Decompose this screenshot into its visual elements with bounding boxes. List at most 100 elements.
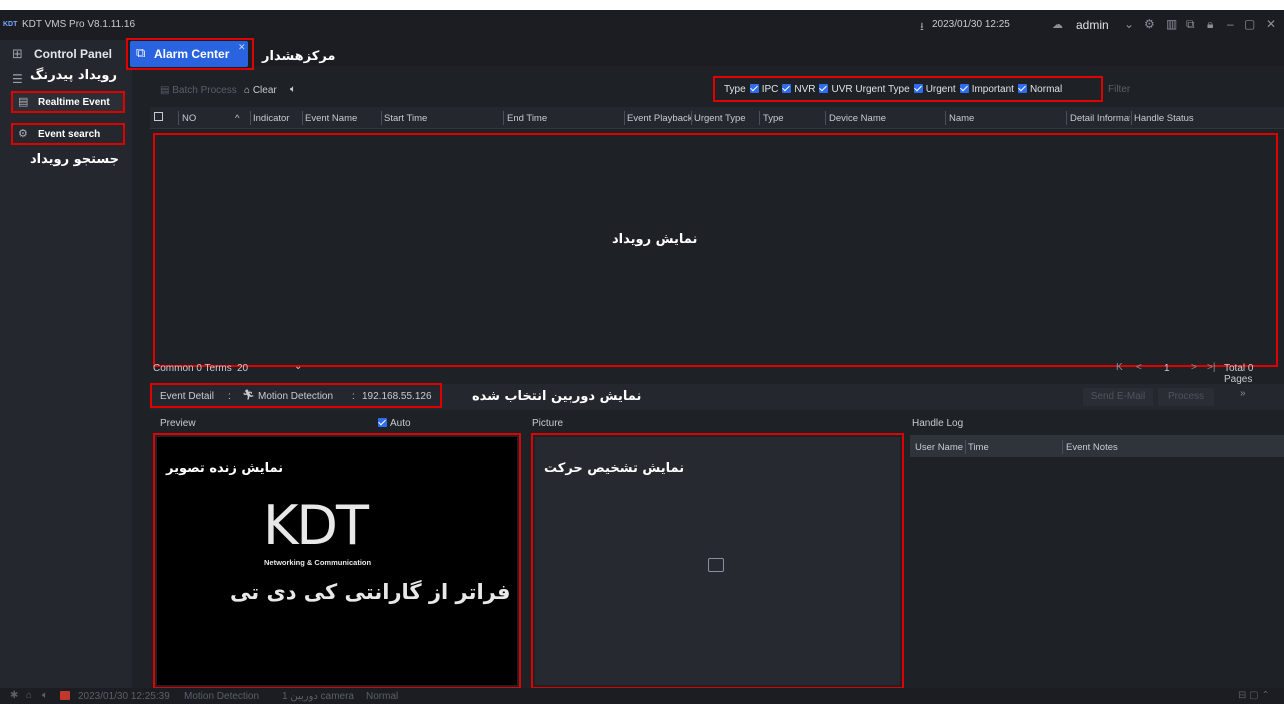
column-divider [381,111,382,125]
column-header[interactable]: End Time [507,113,547,124]
checkbox-urgent[interactable] [913,84,923,93]
chevron-down-icon[interactable]: ⌄ [1124,17,1134,31]
column-header[interactable]: Type [763,113,784,124]
picture-annotation: نمایش تشخیص حرکت [544,461,685,476]
settings-icon[interactable]: ⚙ [1144,17,1155,31]
clear-button[interactable]: ⌂ Clear [244,85,277,96]
menu-icon[interactable]: ☰ [12,72,23,86]
column-divider [1066,111,1067,125]
event-type: Motion Detection [258,391,334,402]
filter-input[interactable]: Filter [1105,81,1284,101]
checkbox-important[interactable] [959,84,969,93]
type-label: Type [724,84,746,95]
tab-label: Alarm Center [154,47,230,61]
tab-annotation: مرکزهشدار [262,49,336,64]
column-divider [302,111,303,125]
last-page-icon[interactable]: >| [1207,362,1215,373]
column-header[interactable]: Event Playback [627,113,692,124]
screenshot-icon[interactable]: ⧉ [1186,17,1195,32]
column-divider [624,111,625,125]
column-header[interactable]: Device Name [829,113,886,124]
column-divider [1062,440,1063,454]
stats-icon[interactable]: ▥ [1166,17,1177,31]
collapse-icon[interactable]: » [1240,388,1246,399]
sidebar-annotation-realtime: رویداد پیدرنگ [30,68,117,83]
normal-label: Normal [1029,84,1063,95]
search-settings-icon: ⚙ [18,128,28,140]
checkbox-ipc[interactable] [749,84,759,93]
sound-icon[interactable]: 🔈︎ [290,84,296,95]
minimize-icon[interactable]: – [1227,17,1234,31]
page-size-value: 20 [237,363,249,374]
alarm-icon [60,691,70,700]
prev-page-icon[interactable]: < [1136,362,1142,373]
column-divider [1131,111,1132,125]
important-label: Important [971,84,1014,95]
column-divider [945,111,946,125]
log-column-header[interactable]: Event Notes [1066,442,1118,453]
event-detail-annotation: نمایش دوربین انتخاب شده [472,389,642,404]
sound-icon[interactable]: 🔈︎ [42,690,48,701]
download-icon[interactable]: ⭳ [920,18,924,37]
status-datetime: 2023/01/30 12:25:39 [78,691,170,702]
column-header[interactable]: Event Name [305,113,357,124]
checkbox-uvr[interactable] [819,84,829,93]
column-header[interactable]: Urgent Type [694,113,746,124]
image-placeholder-icon [708,558,724,572]
ipc-label: IPC [761,84,779,95]
app-window: KDT KDT VMS Pro V8.1.11.16 ⭳ 2023/01/30 … [0,10,1284,704]
event-list[interactable] [153,133,1278,367]
log-column-header[interactable]: User Name [915,442,963,453]
current-page[interactable]: 1 [1164,363,1170,374]
first-page-icon[interactable]: K [1116,362,1123,373]
sidebar-item-label: Event search [38,129,101,140]
preview-annotation: نمایش زنده تصویر [166,461,284,476]
chevron-down-icon[interactable]: ⌄ [294,361,302,372]
next-page-icon[interactable]: > [1191,362,1197,373]
select-all-checkbox[interactable] [154,112,163,121]
control-panel-link[interactable]: Control Panel [34,47,112,61]
send-email-button[interactable]: Send E-Mail [1083,388,1153,406]
preview-label: Preview [160,418,196,429]
column-header[interactable]: Indicator [253,113,289,124]
column-header[interactable]: Name [949,113,974,124]
column-divider [965,440,966,454]
separator: : [228,391,231,402]
close-tab-icon[interactable]: ✕ [238,42,246,53]
checkbox-nvr[interactable] [782,84,792,93]
lock-icon[interactable]: 🔒︎ [1207,17,1213,32]
log-column-header[interactable]: Time [968,442,989,453]
column-divider [250,111,251,125]
total-pages: Total 0 Pages [1224,363,1254,385]
clear-icon[interactable]: ⌂ [26,690,32,701]
batch-process-label: Batch Process [172,85,237,96]
running-person-icon: 🏃︎ [242,390,255,401]
status-event: Motion Detection [184,691,260,702]
app-logo-icon: KDT [3,21,18,28]
status-level: Normal [366,691,399,702]
sort-icon[interactable]: ^ [235,113,239,124]
close-icon[interactable]: ✕ [1266,17,1276,31]
auto-checkbox-box[interactable] [378,418,387,427]
process-button[interactable]: Process [1158,388,1214,406]
page-size-select[interactable]: 20 [237,363,248,374]
auto-checkbox[interactable]: Auto [374,418,411,429]
column-header[interactable]: Handle Status [1134,113,1194,124]
uvr-label: UVR [831,84,853,95]
urgent-type-label: Urgent Type [855,84,910,95]
grid-icon: ⊞ [12,46,23,61]
column-header[interactable]: Start Time [384,113,427,124]
status-icons[interactable]: ⊟ ▢ ⌃ [1238,690,1270,701]
column-header[interactable]: NO [182,113,196,124]
maximize-icon[interactable]: ▢ [1244,17,1255,31]
clear-label: Clear [252,85,277,96]
column-header[interactable]: Detail Informati [1070,113,1130,124]
cloud-icon[interactable]: ☁ [1052,18,1063,31]
column-divider [825,111,826,125]
column-divider [759,111,760,125]
logo-slogan: فراتر از گارانتی کی دی تی [230,580,511,604]
user-name[interactable]: admin [1076,18,1109,32]
settings-icon[interactable]: ✱ [10,690,18,701]
batch-process-button[interactable]: ▤ Batch Process [160,85,237,96]
checkbox-normal[interactable] [1017,84,1027,93]
